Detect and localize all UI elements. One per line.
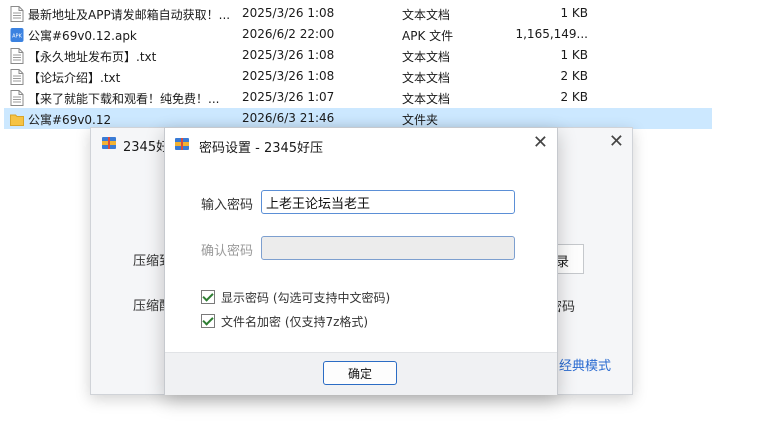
classic-mode-link[interactable]: 经典模式 [559,355,611,374]
show-password-option[interactable]: 显示密码 (勾选可支持中文密码) [201,289,390,306]
text-file-icon [10,69,24,85]
haozip-app-icon [102,137,116,149]
password-input[interactable] [261,190,515,214]
file-type: 文本文档 [402,8,451,22]
show-password-checkbox[interactable] [201,290,215,304]
file-type: 文本文档 [402,50,451,64]
file-row[interactable]: 【永久地址发布页】.txt 2025/3/26 1:08 文本文档 1 KB [4,45,712,66]
file-name: 公寓#69v0.12 [28,113,112,127]
file-name: 公寓#69v0.12.apk [28,29,137,43]
dialog-titlebar: 密码设置 - 2345好压 ✕ [165,128,557,160]
password-label: 输入密码 [201,198,254,213]
file-row[interactable]: 【论坛介绍】.txt 2025/3/26 1:08 文本文档 2 KB [4,66,712,87]
file-name: 【来了就能下载和观看！纯免费！... [28,92,220,106]
show-password-label: 显示密码 (勾选可支持中文密码) [221,291,391,305]
file-type: APK 文件 [402,29,454,43]
file-row[interactable]: 最新地址及APP请发邮箱自动获取！... 2025/3/26 1:08 文本文档… [4,3,712,24]
file-name: 【永久地址发布页】.txt [28,50,157,64]
encrypt-filenames-label: 文件名加密 (仅支持7z格式) [221,315,369,329]
file-row[interactable]: 【来了就能下载和观看！纯免费！... 2025/3/26 1:07 文本文档 2… [4,87,712,108]
apk-file-icon: APK [10,28,24,42]
close-icon[interactable]: ✕ [609,131,624,152]
confirm-password-input [261,236,515,260]
dialog-title: 密码设置 - 2345好压 [199,141,324,156]
file-size: 2 KB [560,90,588,104]
text-file-icon [10,48,24,64]
file-row-selected[interactable]: 公寓#69v0.12 2026/6/3 21:46 文件夹 [4,108,712,129]
file-size: 1 KB [560,48,588,62]
ok-button[interactable]: 确定 [323,361,397,385]
svg-text:APK: APK [12,34,22,40]
folder-icon [10,114,24,126]
file-date: 2026/6/3 21:46 [242,111,335,125]
file-date: 2025/3/26 1:08 [242,6,335,20]
file-size: 2 KB [560,69,588,83]
file-date: 2025/3/26 1:07 [242,90,335,104]
dialog-footer: 确定 [165,352,557,395]
file-type: 文件夹 [402,113,439,127]
confirm-password-label: 确认密码 [201,244,254,259]
file-type: 文本文档 [402,92,451,106]
close-icon[interactable]: ✕ [533,132,548,153]
file-type: 文本文档 [402,71,451,85]
file-date: 2025/3/26 1:08 [242,48,335,62]
encrypt-filenames-checkbox[interactable] [201,314,215,328]
file-name: 【论坛介绍】.txt [28,71,121,85]
password-dialog: 密码设置 - 2345好压 ✕ 输入密码 确认密码 显示密码 (勾选可支持中文密… [164,127,558,395]
window-title: 2345好 [123,140,170,155]
haozip-app-icon [175,138,189,150]
file-date: 2025/3/26 1:08 [242,69,335,83]
file-row[interactable]: APK 公寓#69v0.12.apk 2026/6/2 22:00 APK 文件… [4,24,712,45]
file-date: 2026/6/2 22:00 [242,27,335,41]
file-size: 1,165,149... [515,27,588,41]
encrypt-filenames-option[interactable]: 文件名加密 (仅支持7z格式) [201,313,368,330]
text-file-icon [10,90,24,106]
file-size: 1 KB [560,6,588,20]
text-file-icon [10,6,24,22]
file-name: 最新地址及APP请发邮箱自动获取！... [28,8,231,22]
